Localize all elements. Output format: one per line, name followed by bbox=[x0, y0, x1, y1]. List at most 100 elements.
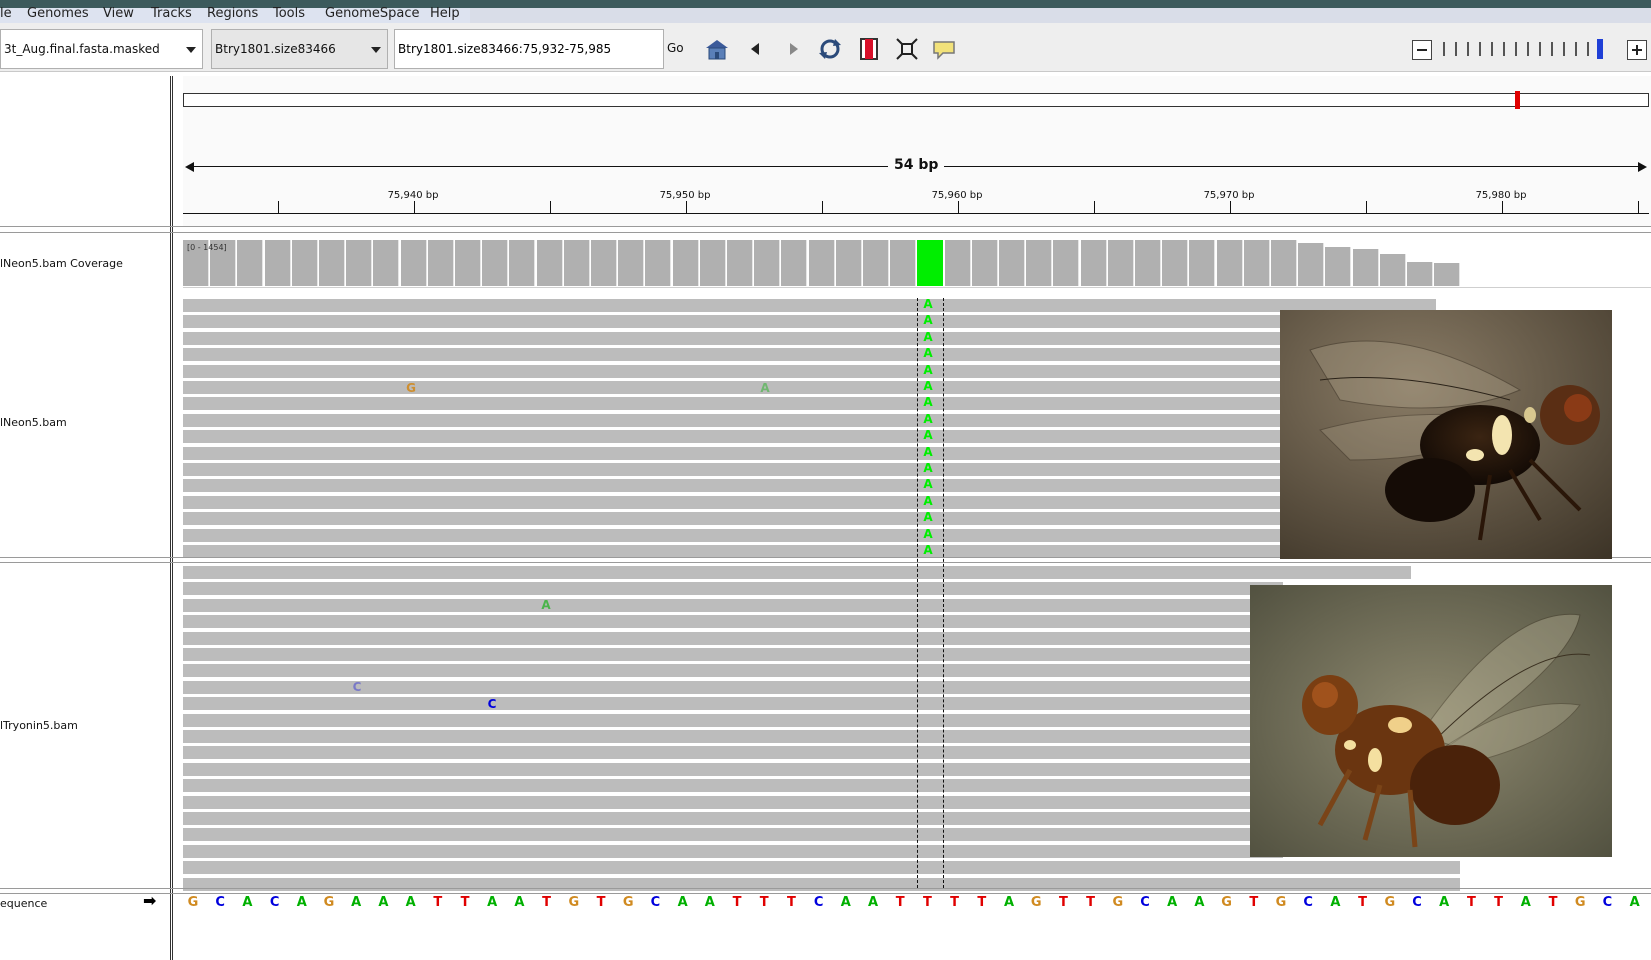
popup-info-icon[interactable] bbox=[931, 36, 957, 62]
aligned-read[interactable] bbox=[183, 812, 1283, 825]
aligned-read[interactable] bbox=[183, 331, 1283, 345]
home-icon[interactable] bbox=[704, 36, 730, 62]
zoom-out-button[interactable] bbox=[1412, 40, 1432, 60]
refresh-icon[interactable] bbox=[817, 36, 843, 62]
menu-tools[interactable]: Tools bbox=[273, 6, 305, 21]
coverage-bar[interactable] bbox=[1243, 240, 1270, 286]
menu-file[interactable]: le bbox=[0, 6, 12, 21]
aligned-read[interactable] bbox=[183, 315, 1283, 329]
aligned-read[interactable] bbox=[183, 512, 1283, 526]
aligned-read[interactable] bbox=[183, 582, 1283, 596]
zoom-slider-thumb[interactable] bbox=[1597, 39, 1603, 59]
coverage-bar[interactable] bbox=[536, 240, 563, 286]
coverage-bar[interactable] bbox=[1107, 240, 1134, 286]
menu-genomes[interactable]: Genomes bbox=[27, 6, 89, 21]
coverage-bar[interactable] bbox=[835, 240, 862, 286]
coverage-bar[interactable] bbox=[971, 240, 998, 286]
chromosome-ideogram[interactable] bbox=[183, 93, 1649, 107]
coverage-bar[interactable] bbox=[427, 240, 454, 286]
aligned-read[interactable] bbox=[183, 479, 1283, 493]
coverage-bar[interactable] bbox=[482, 240, 509, 286]
fit-window-icon[interactable] bbox=[894, 36, 920, 62]
zoom-in-button[interactable] bbox=[1627, 40, 1647, 60]
back-icon[interactable] bbox=[743, 36, 769, 62]
zoom-tick[interactable] bbox=[1443, 42, 1445, 56]
coverage-bar[interactable] bbox=[1407, 262, 1433, 286]
aligned-read[interactable] bbox=[183, 528, 1283, 542]
forward-icon[interactable] bbox=[780, 36, 806, 62]
coverage-bar[interactable] bbox=[1026, 240, 1053, 286]
aligned-read[interactable] bbox=[183, 828, 1283, 842]
coverage-bar-variant[interactable] bbox=[917, 240, 944, 286]
coverage-bar[interactable] bbox=[400, 240, 427, 286]
sequence-track-name[interactable]: equence bbox=[0, 897, 47, 910]
zoom-tick[interactable] bbox=[1491, 42, 1493, 56]
aligned-read[interactable] bbox=[183, 430, 1283, 444]
aligned-read[interactable] bbox=[183, 664, 1283, 678]
aligned-read[interactable] bbox=[183, 364, 1283, 378]
coverage-bar[interactable] bbox=[754, 240, 781, 286]
coverage-bar[interactable] bbox=[1352, 249, 1379, 286]
coverage-bar[interactable] bbox=[1379, 254, 1406, 286]
coverage-bar[interactable] bbox=[618, 240, 645, 286]
zoom-tick[interactable] bbox=[1539, 42, 1541, 56]
coverage-bar[interactable] bbox=[291, 240, 318, 286]
aligned-read[interactable] bbox=[183, 566, 1411, 579]
aligned-read[interactable] bbox=[183, 779, 1283, 793]
strand-arrow-icon[interactable]: ➡ bbox=[143, 891, 156, 910]
aligned-read[interactable] bbox=[183, 348, 1283, 362]
coverage-bar[interactable] bbox=[1298, 243, 1325, 286]
zoom-tick[interactable] bbox=[1515, 42, 1517, 56]
aligned-read[interactable] bbox=[183, 446, 1283, 460]
zoom-tick[interactable] bbox=[1527, 42, 1529, 56]
aligned-read[interactable] bbox=[183, 413, 1283, 427]
coverage-bar[interactable] bbox=[509, 240, 536, 286]
coverage-bar[interactable] bbox=[455, 240, 481, 286]
zoom-tick[interactable] bbox=[1479, 42, 1481, 56]
aligned-read[interactable] bbox=[183, 463, 1283, 476]
aligned-read[interactable] bbox=[183, 730, 1283, 743]
aligned-read[interactable] bbox=[183, 631, 1283, 645]
coverage-bar[interactable] bbox=[944, 240, 971, 286]
coverage-bar[interactable] bbox=[672, 240, 699, 286]
coverage-bar[interactable] bbox=[1325, 247, 1352, 286]
chromosome-dropdown[interactable]: Btry1801.size83466 bbox=[211, 29, 388, 69]
coverage-bar[interactable] bbox=[1135, 240, 1161, 286]
coverage-bar[interactable] bbox=[1053, 240, 1080, 286]
zoom-tick[interactable] bbox=[1503, 42, 1505, 56]
coverage-bar[interactable] bbox=[346, 240, 373, 286]
coverage-bar[interactable] bbox=[373, 240, 400, 286]
coverage-bar[interactable] bbox=[645, 240, 672, 286]
coverage-bar[interactable] bbox=[319, 240, 345, 286]
menu-regions[interactable]: Regions bbox=[207, 6, 258, 21]
menu-view[interactable]: View bbox=[103, 6, 134, 21]
coverage-bar[interactable] bbox=[1434, 263, 1461, 286]
coverage-bar[interactable] bbox=[1080, 240, 1107, 286]
zoom-tick[interactable] bbox=[1551, 42, 1553, 56]
panel-divider[interactable] bbox=[170, 76, 173, 960]
coverage-bar[interactable] bbox=[1216, 240, 1243, 286]
aligned-read[interactable] bbox=[183, 746, 1283, 760]
aligned-read[interactable] bbox=[183, 861, 1460, 875]
menu-help[interactable]: Help bbox=[430, 6, 460, 21]
coverage-bar[interactable] bbox=[1189, 240, 1216, 286]
aligned-read[interactable] bbox=[183, 381, 1283, 394]
coverage-bar[interactable] bbox=[781, 240, 808, 286]
coverage-bar[interactable] bbox=[1271, 240, 1297, 286]
aligned-read[interactable] bbox=[183, 615, 1283, 629]
tryonin-track-name[interactable]: lTryonin5.bam bbox=[0, 719, 78, 732]
coverage-bar[interactable] bbox=[890, 240, 917, 286]
genome-dropdown[interactable]: 3t_Aug.final.fasta.masked bbox=[0, 29, 203, 69]
zoom-tick[interactable] bbox=[1455, 42, 1457, 56]
coverage-bar[interactable] bbox=[264, 240, 291, 286]
zoom-tick[interactable] bbox=[1575, 42, 1577, 56]
aligned-read[interactable] bbox=[183, 762, 1283, 776]
neon-track-name[interactable]: lNeon5.bam bbox=[0, 416, 67, 429]
coverage-bar[interactable] bbox=[999, 240, 1025, 286]
aligned-read[interactable] bbox=[183, 697, 1283, 711]
aligned-read[interactable] bbox=[183, 795, 1283, 809]
coverage-bar[interactable] bbox=[808, 240, 835, 286]
menu-tracks[interactable]: Tracks bbox=[151, 6, 192, 21]
coverage-bar[interactable] bbox=[699, 240, 726, 286]
aligned-read[interactable] bbox=[183, 680, 1283, 694]
